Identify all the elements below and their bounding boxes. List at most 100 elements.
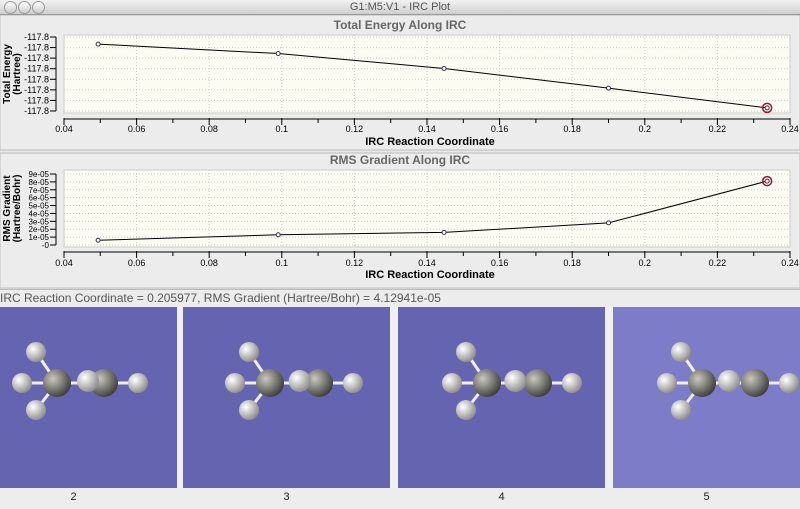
x-tick-label: 0.04 — [55, 124, 73, 134]
y-tick-label: -117.8 — [24, 43, 49, 53]
data-point — [764, 105, 770, 111]
hydrogen-atom — [225, 373, 245, 393]
y-tick-label: 6e-05 — [29, 194, 50, 203]
chart-1: RMS Gradient Along IRC 0.04 0.06 0.08 0.1 0.1… — [0, 152, 800, 289]
x-tick-label: 0.1 — [276, 124, 289, 134]
frame-label: 4 — [498, 491, 505, 503]
y-tick-label: 8e-05 — [29, 178, 50, 187]
x-tick-label: 0.24 — [781, 258, 799, 268]
x-axis-label: IRC Reaction Coordinate — [365, 269, 495, 281]
data-point — [95, 237, 101, 243]
frame-label: 3 — [283, 491, 290, 503]
x-tick-label: 0.18 — [563, 258, 581, 268]
y-tick-label: -117.8 — [24, 74, 49, 84]
x-tick-label: 0.06 — [128, 258, 146, 268]
x-tick-label: 0.16 — [491, 124, 509, 134]
hydrogen-atom — [26, 342, 46, 362]
y-tick-label: 7e-05 — [29, 186, 50, 195]
y-tick-label: -117.8 — [24, 106, 49, 116]
y-axis-label-units: (Hartree/Bohr) — [12, 175, 23, 243]
y-tick-label: -117.8 — [24, 64, 49, 74]
y-axis-label-units: (Hartree) — [12, 53, 23, 95]
hydrogen-atom — [442, 373, 462, 393]
data-point — [606, 220, 611, 226]
hydrogen-atom — [239, 400, 259, 420]
hydrogen-atom — [657, 373, 677, 393]
molecule-frame-3[interactable] — [183, 307, 390, 488]
hydrogen-atom — [128, 373, 148, 393]
molecule-frame-5[interactable] — [613, 307, 800, 488]
hydrogen-atom — [718, 370, 740, 392]
hydrogen-atom — [671, 342, 691, 362]
x-tick-label: 0.12 — [346, 124, 364, 134]
x-tick-label: 0.2 — [639, 258, 652, 268]
x-tick-label: 0.18 — [563, 124, 581, 134]
x-tick-label: 0.14 — [418, 258, 436, 268]
carbon-atom — [741, 369, 769, 397]
hydrogen-atom — [26, 400, 46, 420]
data-point — [275, 51, 281, 57]
title-bar: G1:M5:V1 - IRC Plot — [0, 0, 800, 15]
data-point — [441, 229, 447, 235]
y-tick-label: -0 — [42, 241, 50, 250]
y-tick-label: 1e-05 — [29, 233, 50, 242]
status-readout: IRC Reaction Coordinate = 0.205977, RMS … — [0, 289, 800, 307]
chart-0: Total Energy Along IRC 0.04 0.06 0.08 0.1 0.1… — [0, 15, 800, 151]
y-tick-label: -117.8 — [24, 53, 49, 63]
hydrogen-atom — [12, 373, 32, 393]
x-tick-label: 0.2 — [639, 124, 652, 134]
y-tick-label: 4e-05 — [29, 209, 50, 218]
hydrogen-atom — [343, 373, 363, 393]
hydrogen-atom — [562, 373, 582, 393]
x-tick-label: 0.1 — [276, 258, 289, 268]
carbon-atom — [256, 369, 284, 397]
x-tick-label: 0.24 — [781, 124, 799, 134]
y-tick-label: -117.8 — [24, 85, 49, 95]
hydrogen-atom — [77, 370, 99, 392]
molecule-view — [442, 342, 582, 420]
molecule-frame-2[interactable] — [0, 307, 177, 488]
hydrogen-atom — [456, 400, 476, 420]
y-tick-label: 5e-05 — [29, 202, 50, 211]
x-axis-label: IRC Reaction Coordinate — [365, 136, 495, 148]
hydrogen-atom — [779, 373, 799, 393]
molecule-view — [225, 342, 363, 420]
frame-label: 5 — [703, 491, 710, 503]
y-tick-label: 9e-05 — [29, 170, 50, 179]
chart-title: Total Energy Along IRC — [334, 18, 467, 32]
hydrogen-atom — [671, 400, 691, 420]
window-title: G1:M5:V1 - IRC Plot — [349, 1, 451, 13]
x-tick-label: 0.14 — [418, 124, 436, 134]
hydrogen-atom — [456, 342, 476, 362]
carbon-atom — [473, 369, 501, 397]
y-tick-label: 3e-05 — [29, 217, 50, 226]
irc-charts[interactable]: Total Energy Along IRC 0.04 0.06 0.08 0.1 0.1… — [0, 15, 800, 289]
x-tick-label: 0.16 — [491, 258, 509, 268]
x-tick-label: 0.22 — [709, 124, 727, 134]
x-tick-label: 0.08 — [200, 124, 218, 134]
x-tick-label: 0.08 — [200, 258, 218, 268]
x-tick-label: 0.12 — [346, 258, 364, 268]
hydrogen-atom — [288, 370, 311, 392]
data-point — [441, 65, 447, 71]
molecule-view — [657, 342, 799, 420]
frame-label: 2 — [70, 491, 77, 503]
carbon-atom — [524, 369, 552, 397]
hydrogen-atom — [504, 370, 527, 392]
x-tick-label: 0.22 — [709, 258, 727, 268]
carbon-atom — [688, 369, 716, 397]
y-tick-label: 2e-05 — [29, 225, 50, 234]
chart-title: RMS Gradient Along IRC — [330, 153, 471, 167]
molecule-frames — [0, 307, 800, 488]
x-tick-label: 0.06 — [128, 124, 146, 134]
carbon-atom — [43, 369, 71, 397]
x-tick-label: 0.04 — [55, 258, 73, 268]
molecule-frame-4[interactable] — [398, 307, 605, 488]
hydrogen-atom — [239, 342, 259, 362]
y-tick-label: -117.8 — [24, 95, 49, 105]
frame-labels: 2 3 4 5 — [0, 488, 800, 509]
data-point — [606, 85, 611, 91]
data-point — [764, 178, 770, 184]
data-point — [95, 41, 101, 47]
y-tick-label: -117.8 — [24, 32, 49, 42]
